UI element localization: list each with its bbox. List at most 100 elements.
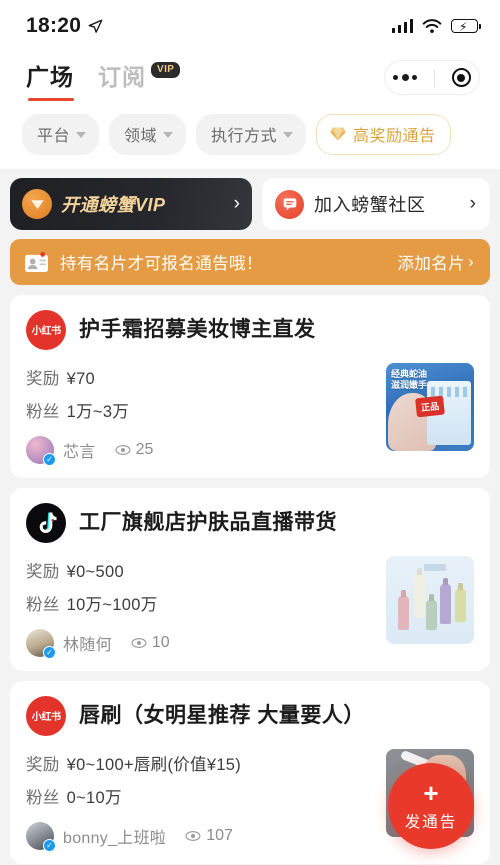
add-namecard-action[interactable]: 添加名片 › bbox=[397, 250, 474, 274]
avatar: ✓ bbox=[26, 822, 56, 852]
join-community-button[interactable]: 加入螃蟹社区 › bbox=[262, 178, 490, 230]
reward-value: ¥0~100+唇刷(价值¥15) bbox=[66, 756, 242, 774]
views-group: 25 bbox=[115, 441, 154, 459]
status-bar-right: ⚡ bbox=[391, 18, 482, 34]
platform-badge-label: 小红书 bbox=[31, 710, 61, 723]
battery-charging-icon: ⚡ bbox=[451, 19, 482, 34]
reward-value: ¥0~500 bbox=[66, 563, 124, 581]
reward-line: 奖励 ¥70 bbox=[26, 365, 374, 389]
author-name: 芯言 bbox=[63, 444, 96, 461]
tab-plaza[interactable]: 广场 bbox=[26, 58, 74, 101]
join-community-label: 加入螃蟹社区 bbox=[314, 195, 426, 215]
post-announcement-label: 发通告 bbox=[404, 814, 458, 831]
fans-label: 粉丝 bbox=[26, 789, 60, 807]
card-body: 奖励 ¥0~500 粉丝 10万~100万 ✓ 林随何 10 bbox=[26, 556, 474, 659]
card-author-row[interactable]: ✓ 林随何 10 bbox=[26, 629, 374, 659]
id-card-icon bbox=[24, 251, 49, 273]
chevron-down-icon bbox=[76, 132, 87, 138]
reward-label: 奖励 bbox=[26, 370, 60, 388]
filter-high-reward[interactable]: 高奖励通告 bbox=[316, 114, 451, 155]
platform-badge-label: 小红书 bbox=[31, 324, 61, 337]
promo-row: 开通螃蟹VIP › 加入螃蟹社区 › bbox=[0, 169, 500, 230]
tab-plaza-label: 广场 bbox=[26, 64, 74, 90]
chevron-down-icon bbox=[163, 132, 174, 138]
namecard-notice-bar[interactable]: 持有名片才可报名通告哦！ 添加名片 › bbox=[10, 239, 490, 285]
card-author-row[interactable]: ✓ 芯言 25 bbox=[26, 436, 374, 466]
more-dots-icon[interactable] bbox=[393, 74, 418, 81]
card-title: 工厂旗舰店护肤品直播带货 bbox=[79, 511, 337, 535]
card-author-row[interactable]: ✓ bonny_上班啦 107 bbox=[26, 822, 374, 852]
thumbnail-seal: 正品 bbox=[415, 395, 445, 418]
post-announcement-fab[interactable]: + 发通告 bbox=[388, 763, 474, 849]
miniprogram-capsule[interactable] bbox=[384, 60, 480, 95]
target-circle-icon[interactable] bbox=[451, 68, 471, 87]
cellular-signal-icon bbox=[391, 19, 413, 33]
author-name: bonny_上班啦 bbox=[63, 830, 167, 847]
fans-line: 粉丝 1万~3万 bbox=[26, 398, 374, 422]
notice-text: 持有名片才可报名通告哦！ bbox=[60, 255, 263, 273]
card-header: 小红书 护手霜招募美妆博主直发 bbox=[26, 310, 474, 350]
wifi-icon bbox=[422, 18, 442, 33]
open-vip-label: 开通螃蟹VIP bbox=[61, 195, 166, 215]
card-thumbnail[interactable] bbox=[386, 556, 474, 644]
fans-value: 1万~3万 bbox=[66, 403, 130, 421]
card-meta: 奖励 ¥70 粉丝 1万~3万 ✓ 芯言 25 bbox=[26, 363, 374, 466]
views-group: 107 bbox=[185, 827, 233, 845]
douyin-note-icon bbox=[39, 512, 57, 533]
filter-field[interactable]: 领域 bbox=[109, 114, 187, 155]
verified-check-icon: ✓ bbox=[43, 646, 56, 659]
vip-badge: VIP bbox=[151, 62, 181, 78]
platform-badge-douyin bbox=[26, 503, 66, 543]
eye-icon bbox=[131, 638, 147, 648]
tab-subscription-label: 订阅 bbox=[98, 64, 146, 90]
diamond-icon bbox=[330, 127, 347, 141]
verified-check-icon: ✓ bbox=[43, 453, 56, 466]
filter-bar: 平台 领域 执行方式 高奖励通告 bbox=[0, 108, 500, 169]
status-time: 18:20 bbox=[26, 14, 82, 37]
author-name: 林随何 bbox=[63, 637, 112, 654]
card-header: 工厂旗舰店护肤品直播带货 bbox=[26, 503, 474, 543]
fans-line: 粉丝 10万~100万 bbox=[26, 591, 374, 615]
card-meta: 奖励 ¥0~500 粉丝 10万~100万 ✓ 林随何 10 bbox=[26, 556, 374, 659]
filter-execution-mode[interactable]: 执行方式 bbox=[196, 114, 307, 155]
fans-label: 粉丝 bbox=[26, 403, 60, 421]
status-bar-left: 18:20 bbox=[26, 14, 103, 38]
fans-value: 0~10万 bbox=[66, 789, 122, 807]
filter-field-label: 领域 bbox=[124, 128, 158, 145]
views-count: 10 bbox=[151, 634, 170, 651]
filter-execution-mode-label: 执行方式 bbox=[211, 128, 278, 145]
vip-gem-icon bbox=[22, 189, 52, 219]
filter-platform-label: 平台 bbox=[37, 128, 71, 145]
card-title: 唇刷（女明星推荐 大量要人） bbox=[79, 704, 365, 728]
chevron-right-icon: › bbox=[468, 252, 474, 271]
avatar: ✓ bbox=[26, 629, 56, 659]
verified-check-icon: ✓ bbox=[43, 839, 56, 852]
filter-platform[interactable]: 平台 bbox=[22, 114, 100, 155]
tab-subscription[interactable]: 订阅 VIP bbox=[98, 58, 181, 101]
card-body: 奖励 ¥70 粉丝 1万~3万 ✓ 芯言 25 经典蛇油 滋润嫩手 正品 bbox=[26, 363, 474, 466]
open-vip-banner[interactable]: 开通螃蟹VIP › bbox=[10, 178, 252, 230]
filter-high-reward-label: 高奖励通告 bbox=[353, 128, 436, 145]
capsule-divider bbox=[433, 68, 435, 87]
announcement-card[interactable]: 小红书 护手霜招募美妆博主直发 奖励 ¥70 粉丝 1万~3万 ✓ 芯言 25 … bbox=[10, 295, 490, 478]
chevron-down-icon bbox=[283, 132, 294, 138]
thumbnail-caption: 经典蛇油 滋润嫩手 bbox=[391, 369, 428, 391]
views-count: 25 bbox=[135, 441, 154, 458]
avatar: ✓ bbox=[26, 436, 56, 466]
card-title: 护手霜招募美妆博主直发 bbox=[79, 318, 316, 342]
eye-icon bbox=[115, 445, 131, 455]
views-count: 107 bbox=[206, 827, 233, 844]
chat-bubble-icon bbox=[275, 189, 304, 219]
card-header: 小红书 唇刷（女明星推荐 大量要人） bbox=[26, 696, 474, 736]
card-thumbnail[interactable]: 经典蛇油 滋润嫩手 正品 bbox=[386, 363, 474, 451]
plus-icon: + bbox=[423, 778, 439, 808]
reward-line: 奖励 ¥0~100+唇刷(价值¥15) bbox=[26, 751, 374, 775]
platform-badge-xiaohongshu: 小红书 bbox=[26, 696, 66, 736]
announcement-card[interactable]: 工厂旗舰店护肤品直播带货 奖励 ¥0~500 粉丝 10万~100万 ✓ 林随何 bbox=[10, 488, 490, 671]
fans-value: 10万~100万 bbox=[66, 596, 158, 614]
chevron-right-icon: › bbox=[469, 193, 476, 214]
chevron-right-icon: › bbox=[233, 193, 240, 214]
tab-bar: 广场 订阅 VIP bbox=[26, 58, 181, 101]
reward-value: ¥70 bbox=[66, 370, 96, 388]
location-arrow-icon bbox=[88, 19, 103, 33]
